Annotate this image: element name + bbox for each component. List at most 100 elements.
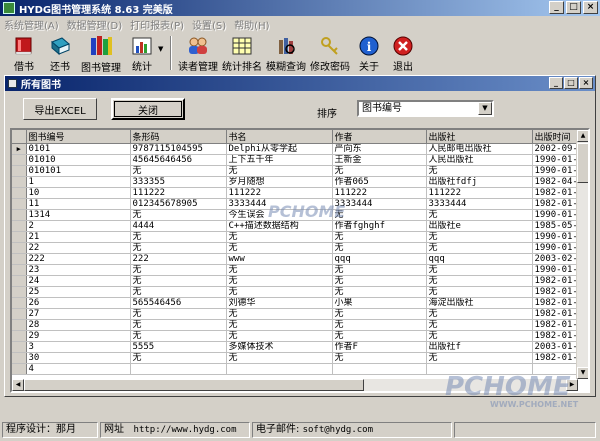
table-cell[interactable]: 无 (332, 330, 427, 342)
table-cell[interactable]: 010101 (26, 165, 131, 177)
table-cell[interactable]: 4444 (130, 220, 227, 232)
table-cell[interactable]: 1990-01- (532, 165, 583, 177)
close-button[interactable]: 关闭 (111, 98, 185, 120)
table-cell[interactable]: 无 (226, 165, 333, 177)
table-cell[interactable]: 无 (130, 209, 227, 221)
table-cell[interactable]: 无 (426, 209, 533, 221)
table-cell[interactable]: 人民邮电出版社 (426, 143, 533, 155)
column-header[interactable]: 出版时间 (532, 130, 583, 144)
table-cell[interactable]: 3333444 (332, 198, 427, 210)
child-close-button[interactable]: × (579, 77, 593, 89)
table-cell[interactable]: 21 (26, 231, 131, 243)
table-row[interactable]: 010101 无无无无 1990-01- (12, 165, 583, 177)
column-header[interactable]: 出版社 (426, 130, 533, 144)
table-cell[interactable]: 2003-02- (532, 253, 583, 265)
menu-data[interactable]: 数据管理(D) (67, 17, 123, 32)
table-cell[interactable]: 无 (426, 286, 533, 298)
table-cell[interactable]: 无 (226, 352, 333, 364)
table-cell[interactable]: 1 (26, 176, 131, 188)
table-cell[interactable]: 无 (130, 275, 227, 287)
table-cell[interactable]: 无 (426, 352, 533, 364)
table-cell[interactable]: 1990-01- (532, 264, 583, 276)
table-cell[interactable]: 无 (426, 308, 533, 320)
table-cell[interactable]: 26 (26, 297, 131, 309)
table-cell[interactable]: 2003-01- (532, 341, 583, 353)
scroll-down-icon[interactable]: ▼ (577, 367, 588, 379)
table-cell[interactable] (226, 363, 333, 375)
table-cell[interactable]: 无 (426, 242, 533, 254)
table-cell[interactable]: 222 (26, 253, 131, 265)
table-cell[interactable]: 多媒体技术 (226, 341, 333, 353)
table-row[interactable]: 27 无无无无 1982-01- (12, 308, 583, 320)
table-row[interactable]: 30 无无无无 1982-01- (12, 352, 583, 364)
table-cell[interactable]: 1982-01- (532, 319, 583, 331)
table-cell[interactable]: 29 (26, 330, 131, 342)
table-cell[interactable]: 1990-01- (532, 209, 583, 221)
stats-dropdown-icon[interactable]: ▼ (158, 45, 166, 53)
table-cell[interactable]: 刘德华 (226, 297, 333, 309)
table-cell[interactable]: 无 (332, 209, 427, 221)
table-row[interactable]: 23 无无无无 1990-01- (12, 264, 583, 276)
table-cell[interactable]: 2002-09- (532, 143, 583, 155)
table-cell[interactable]: 11 (26, 198, 131, 210)
table-cell[interactable]: 人民出版社 (426, 154, 533, 166)
table-cell[interactable]: 无 (332, 264, 427, 276)
table-cell[interactable]: 无 (332, 308, 427, 320)
table-cell[interactable]: 岁月随想 (226, 176, 333, 188)
table-cell[interactable]: 0101 (26, 143, 131, 155)
table-cell[interactable] (332, 363, 427, 375)
table-row[interactable]: 21 无无无无 1990-01- (12, 231, 583, 243)
table-cell[interactable]: 1982-04- (532, 176, 583, 188)
table-cell[interactable] (130, 363, 227, 375)
menu-settings[interactable]: 设置(S) (192, 17, 226, 32)
return-button[interactable]: 还书 (42, 33, 78, 73)
ranking-button[interactable]: 统计排名 (220, 33, 264, 73)
table-cell[interactable]: 25 (26, 286, 131, 298)
table-cell[interactable]: 无 (226, 242, 333, 254)
table-cell[interactable]: 上下五千年 (226, 154, 333, 166)
table-cell[interactable]: 1990-01- (532, 231, 583, 243)
table-cell[interactable]: 无 (332, 352, 427, 364)
export-excel-button[interactable]: 导出EXCEL (23, 98, 97, 120)
menu-system[interactable]: 系统管理(A) (4, 17, 59, 32)
table-cell[interactable]: 无 (332, 231, 427, 243)
table-cell[interactable]: 012345678905 (130, 198, 227, 210)
table-row[interactable]: 1 333355 岁月随想 作者065 出版社fdfj 1982-04- (12, 176, 583, 188)
table-row[interactable]: ▶ 0101 9787115104595 Delphi从零学起 严向东 人民邮电出版社 20… (12, 143, 583, 155)
close-window-button[interactable]: × (583, 1, 598, 14)
table-row[interactable]: 222 222 www qqq qqq 2003-02- (12, 253, 583, 265)
table-cell[interactable]: 无 (130, 286, 227, 298)
website-link[interactable]: http://www.hydg.com (134, 425, 237, 435)
table-cell[interactable]: 无 (226, 308, 333, 320)
table-cell[interactable]: 无 (130, 165, 227, 177)
table-cell[interactable]: 王新金 (332, 154, 427, 166)
table-cell[interactable]: qqq (426, 253, 533, 265)
table-cell[interactable]: 无 (130, 330, 227, 342)
table-cell[interactable]: 5555 (130, 341, 227, 353)
hscroll-thumb[interactable] (24, 379, 364, 391)
table-cell[interactable]: 无 (426, 330, 533, 342)
table-row[interactable]: 25 无无无无 1982-01- (12, 286, 583, 298)
child-titlebar[interactable]: 所有图书 _ □ × (5, 76, 595, 91)
table-cell[interactable]: 无 (226, 264, 333, 276)
table-cell[interactable]: 无 (426, 231, 533, 243)
stats-button[interactable]: 统计 (124, 33, 160, 73)
window-titlebar[interactable]: HYDG图书管理系统 8.63 完美版 _ □ × (0, 0, 600, 16)
table-row[interactable]: 10 111222 111222 111222 111222 1982-01- (12, 187, 583, 199)
table-cell[interactable]: 小果 (332, 297, 427, 309)
table-cell[interactable]: 01010 (26, 154, 131, 166)
table-cell[interactable]: 1985-05- (532, 220, 583, 232)
table-cell[interactable]: 1990-01- (532, 242, 583, 254)
scroll-left-icon[interactable]: ◀ (12, 379, 24, 391)
table-cell[interactable]: 无 (426, 319, 533, 331)
table-cell[interactable]: 无 (130, 352, 227, 364)
table-cell[interactable]: 1982-01- (532, 187, 583, 199)
table-cell[interactable]: 无 (426, 264, 533, 276)
table-cell[interactable]: 海淀出版社 (426, 297, 533, 309)
table-cell[interactable]: 无 (130, 231, 227, 243)
change-password-button[interactable]: 修改密码 (308, 33, 352, 73)
table-cell[interactable]: 1982-01- (532, 297, 583, 309)
table-row[interactable]: 3 5555 多媒体技术 作者F 出版社f 2003-01- (12, 341, 583, 353)
table-cell[interactable]: 3 (26, 341, 131, 353)
email-link[interactable]: soft@hydg.com (303, 425, 373, 435)
